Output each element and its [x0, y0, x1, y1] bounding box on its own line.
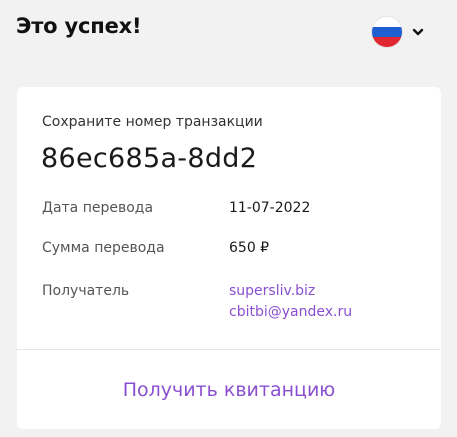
card-body: Сохраните номер транзакции 86ec685a-8dd2… [17, 87, 441, 349]
language-selector[interactable] [372, 16, 432, 48]
recipient-email-link[interactable]: cbitbi@yandex.ru [229, 304, 352, 320]
save-transaction-label: Сохраните номер транзакции [42, 114, 263, 130]
transfer-amount-value: 650 ₽ [229, 240, 270, 256]
page-title: Это успех! [16, 14, 142, 38]
transfer-date-value: 11-07-2022 [229, 200, 311, 216]
recipient-label: Получатель [42, 283, 130, 299]
transfer-date-label: Дата перевода [42, 200, 154, 216]
russia-flag-icon [372, 17, 402, 47]
transfer-amount-label: Сумма перевода [42, 240, 165, 256]
chevron-down-icon [412, 28, 424, 36]
transaction-card: Сохраните номер транзакции 86ec685a-8dd2… [17, 87, 441, 429]
header: Это успех! [0, 0, 457, 64]
transaction-id: 86ec685a-8dd2 [41, 143, 258, 174]
recipient-site-link[interactable]: supersliv.biz [229, 283, 315, 299]
get-receipt-button[interactable]: Получить квитанцию [17, 350, 441, 429]
